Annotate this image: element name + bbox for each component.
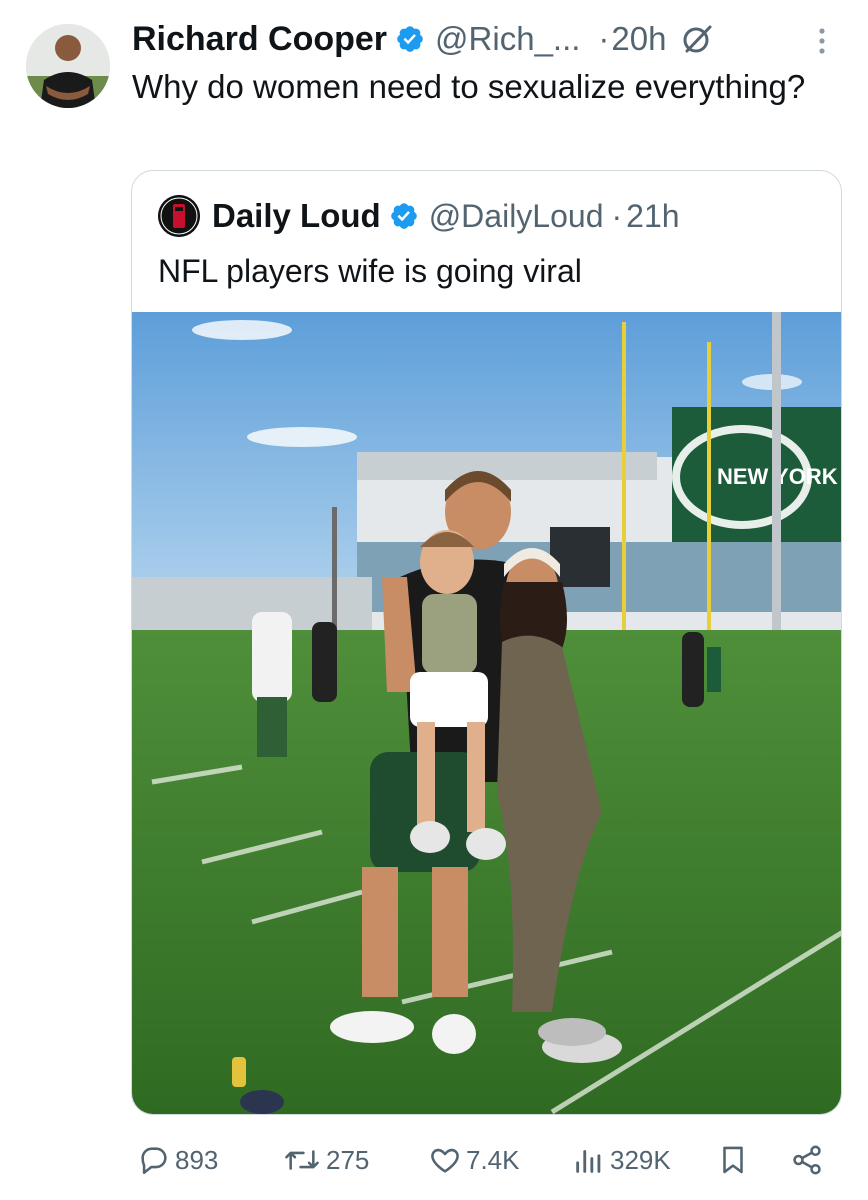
author-avatar[interactable] [26, 24, 110, 108]
repost-button[interactable]: 275 [282, 1136, 369, 1184]
verified-badge-icon [390, 203, 417, 229]
share-button[interactable] [790, 1136, 824, 1184]
views-count: 329K [610, 1144, 671, 1175]
repost-count: 275 [326, 1144, 370, 1175]
quoted-tweet[interactable]: Daily Loud @DailyLoud · 21h NFL players … [131, 170, 842, 1115]
tweet-text: Why do women need to sexualize everythin… [132, 68, 806, 105]
tweet-time[interactable]: 20h [611, 20, 666, 58]
author-name[interactable]: Richard Cooper [132, 20, 387, 59]
share-icon [793, 1145, 821, 1175]
views-icon [576, 1150, 601, 1173]
grok-icon[interactable] [680, 22, 714, 56]
separator-dot: · [611, 197, 623, 234]
tweet[interactable]: Richard Cooper @Rich_... · 20h Why do wo… [0, 0, 868, 1200]
bookmark-button[interactable] [716, 1136, 750, 1184]
tweet-actions: 893 275 7.4K 329K [0, 1136, 868, 1184]
quoted-tweet-photo[interactable]: NEW YORK JETS [132, 312, 842, 1115]
reply-button[interactable]: 893 [137, 1136, 218, 1184]
quoted-author-avatar[interactable] [158, 195, 200, 237]
repost-icon [285, 1150, 319, 1170]
quoted-tweet-text: NFL players wife is going viral [158, 253, 582, 289]
reply-icon [141, 1147, 167, 1175]
like-button[interactable]: 7.4K [428, 1136, 520, 1184]
quoted-author-name[interactable]: Daily Loud [212, 197, 381, 235]
tweet-header: Richard Cooper @Rich_... · 20h [132, 16, 714, 62]
bookmark-icon [723, 1146, 743, 1174]
verified-badge-icon [397, 26, 423, 52]
like-icon [431, 1148, 459, 1173]
author-handle[interactable]: @Rich_... [435, 20, 580, 58]
reply-count: 893 [175, 1144, 219, 1175]
quoted-author-handle[interactable]: @DailyLoud [429, 198, 604, 235]
like-count: 7.4K [466, 1144, 520, 1175]
separator-dot: · [598, 20, 610, 57]
views-button[interactable]: 329K [572, 1136, 671, 1184]
more-icon[interactable] [810, 24, 834, 58]
quoted-tweet-header: Daily Loud @DailyLoud · 21h [158, 195, 680, 237]
quoted-tweet-time[interactable]: 21h [626, 198, 679, 235]
